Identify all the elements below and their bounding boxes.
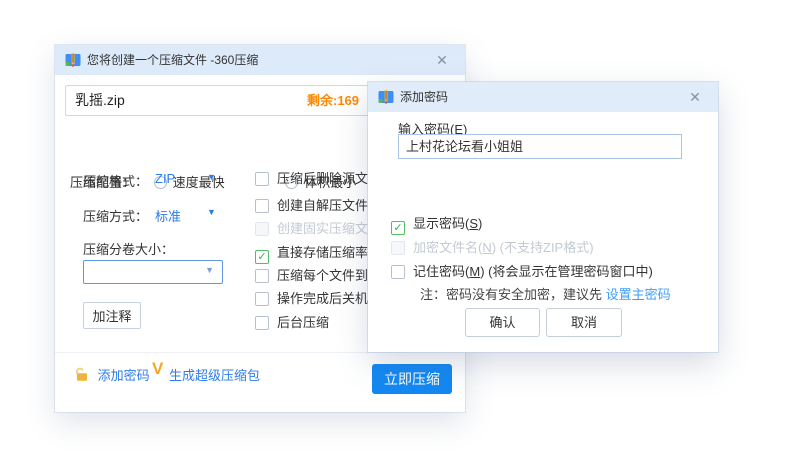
- delete-source-checkbox-box: [255, 172, 269, 186]
- solid-archive-checkbox: 创建固实压缩文件: [255, 218, 381, 237]
- shutdown-after-checkbox[interactable]: 操作完成后关机: [255, 288, 368, 307]
- dialog-titlebar: 添加密码 ✕: [368, 82, 718, 112]
- lock-icon: [74, 370, 93, 385]
- method-dropdown-arrow-icon[interactable]: ▼: [207, 207, 216, 217]
- method-select[interactable]: 标准: [155, 206, 181, 225]
- volume-size-label: 压缩分卷大小：: [83, 239, 174, 258]
- self-extract-checkbox[interactable]: 创建自解压文件: [255, 195, 368, 214]
- cancel-button[interactable]: 取消: [546, 308, 622, 337]
- add-password-dialog: 添加密码 ✕ 输入密码(E) 上村花论坛看小姐姐 ✓显示密码(S) 加密文件名(…: [368, 82, 718, 352]
- background-compress-checkbox[interactable]: 后台压缩: [255, 312, 329, 331]
- solid-archive-checkbox-box: [255, 222, 269, 236]
- add-password-link[interactable]: 添加密码: [74, 365, 150, 385]
- dialog-title: 添加密码: [400, 82, 448, 112]
- store-low-ratio-checkbox-box: ✓: [255, 250, 269, 264]
- 360zip-app-icon: [378, 89, 394, 105]
- compress-format-row: 压缩格式：: [83, 171, 148, 190]
- background-compress-checkbox-box: [255, 316, 269, 330]
- show-password-checkbox[interactable]: ✓显示密码(S): [391, 213, 482, 235]
- confirm-button[interactable]: 确认: [465, 308, 540, 337]
- format-select[interactable]: ZIP: [155, 171, 175, 186]
- encrypt-filename-checkbox-box: [391, 241, 405, 255]
- encrypt-filename-checkbox: 加密文件名(N) (不支持ZIP格式): [391, 237, 594, 256]
- separate-archive-checkbox-box: [255, 269, 269, 283]
- show-password-checkbox-box: ✓: [391, 221, 405, 235]
- password-value: 上村花论坛看小姐姐: [406, 135, 523, 158]
- main-titlebar: 您将创建一个压缩文件 -360压缩 ✕: [55, 45, 465, 75]
- compress-now-button[interactable]: 立即压缩: [372, 364, 452, 394]
- remaining-space-label: 剩余:169: [307, 86, 359, 115]
- footer-divider: [55, 352, 465, 353]
- set-master-password-link[interactable]: 设置主密码: [606, 287, 671, 302]
- main-close-icon[interactable]: ✕: [431, 45, 453, 75]
- security-note: 注：密码没有安全加密，建议先 设置主密码: [420, 284, 671, 303]
- shutdown-after-checkbox-box: [255, 292, 269, 306]
- self-extract-checkbox-box: [255, 199, 269, 213]
- super-zip-link[interactable]: 生成超级压缩包: [169, 365, 260, 384]
- password-input[interactable]: 上村花论坛看小姐姐: [398, 134, 682, 159]
- delete-source-checkbox[interactable]: 压缩后删除源文件: [255, 168, 381, 187]
- add-comment-button[interactable]: 加注释: [83, 302, 141, 329]
- filename-value: 乳摇.zip: [75, 86, 125, 115]
- 360zip-app-icon: [65, 52, 81, 68]
- remember-password-checkbox[interactable]: 记住密码(M) (将会显示在管理密码窗口中): [391, 261, 653, 280]
- volume-size-select[interactable]: ▼: [83, 260, 223, 284]
- main-window-title: 您将创建一个压缩文件 -360压缩: [87, 45, 258, 75]
- compress-method-label: 压缩方式：: [83, 209, 148, 224]
- volume-dropdown-arrow-icon: ▼: [205, 265, 214, 275]
- dialog-close-icon[interactable]: ✕: [684, 82, 706, 112]
- separate-archive-checkbox[interactable]: 压缩每个文件到: [255, 265, 368, 284]
- store-low-ratio-checkbox[interactable]: ✓直接存储压缩率: [255, 242, 368, 264]
- format-dropdown-arrow-icon[interactable]: ▼: [207, 172, 216, 182]
- compress-format-label: 压缩格式：: [83, 174, 148, 189]
- compress-method-row: 压缩方式：: [83, 206, 148, 225]
- super-zip-v-icon: V: [152, 359, 163, 379]
- remember-password-checkbox-box: [391, 265, 405, 279]
